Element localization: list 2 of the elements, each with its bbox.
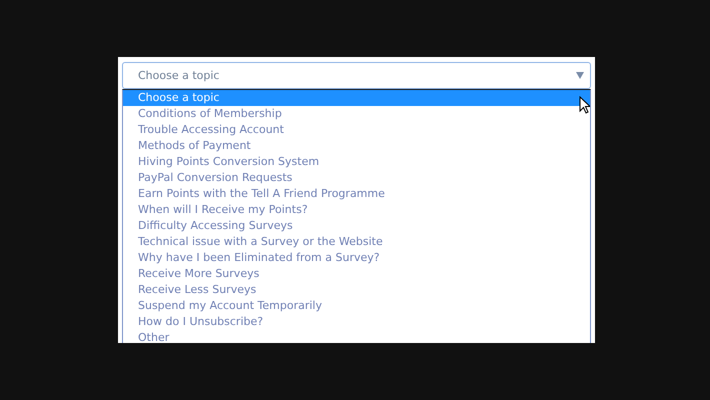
topic-select[interactable]: Choose a topic	[122, 62, 591, 89]
dropdown-option[interactable]: Choose a topic	[123, 90, 590, 106]
